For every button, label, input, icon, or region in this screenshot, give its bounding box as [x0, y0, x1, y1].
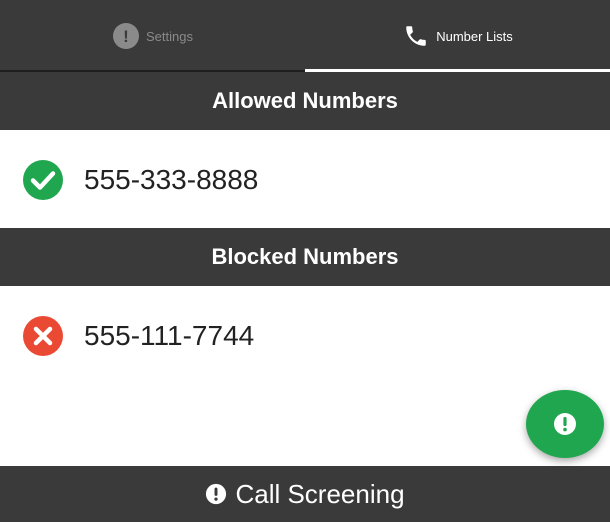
blocked-numbers-header: Blocked Numbers: [0, 228, 610, 286]
svg-text:!: !: [123, 27, 129, 46]
allowed-numbers-header: Allowed Numbers: [0, 72, 610, 130]
allowed-number-item[interactable]: 555-333-8888: [0, 132, 610, 228]
alert-icon: [553, 412, 577, 436]
tab-bar: ! Settings Number Lists: [0, 0, 610, 72]
tab-number-lists-label: Number Lists: [436, 28, 513, 44]
blocked-numbers-title: Blocked Numbers: [211, 244, 399, 269]
check-circle-icon: [22, 159, 64, 201]
allowed-number-text: 555-333-8888: [84, 164, 259, 195]
call-screening-button[interactable]: Call Screening: [0, 466, 610, 522]
phone-icon: [402, 22, 430, 50]
alert-circle-icon: !: [112, 22, 140, 50]
tab-settings[interactable]: ! Settings: [0, 0, 305, 72]
blocked-number-text: 555-111-7744: [84, 320, 255, 351]
blocked-number-item[interactable]: 555-111-7744: [0, 288, 610, 384]
alert-fab-button[interactable]: [526, 390, 604, 458]
x-circle-icon: [22, 315, 64, 357]
call-screening-label: Call Screening: [235, 478, 405, 509]
tab-number-lists[interactable]: Number Lists: [305, 0, 610, 72]
alert-circle-icon: [205, 483, 227, 505]
allowed-numbers-title: Allowed Numbers: [212, 88, 398, 113]
tab-settings-label: Settings: [146, 28, 193, 44]
